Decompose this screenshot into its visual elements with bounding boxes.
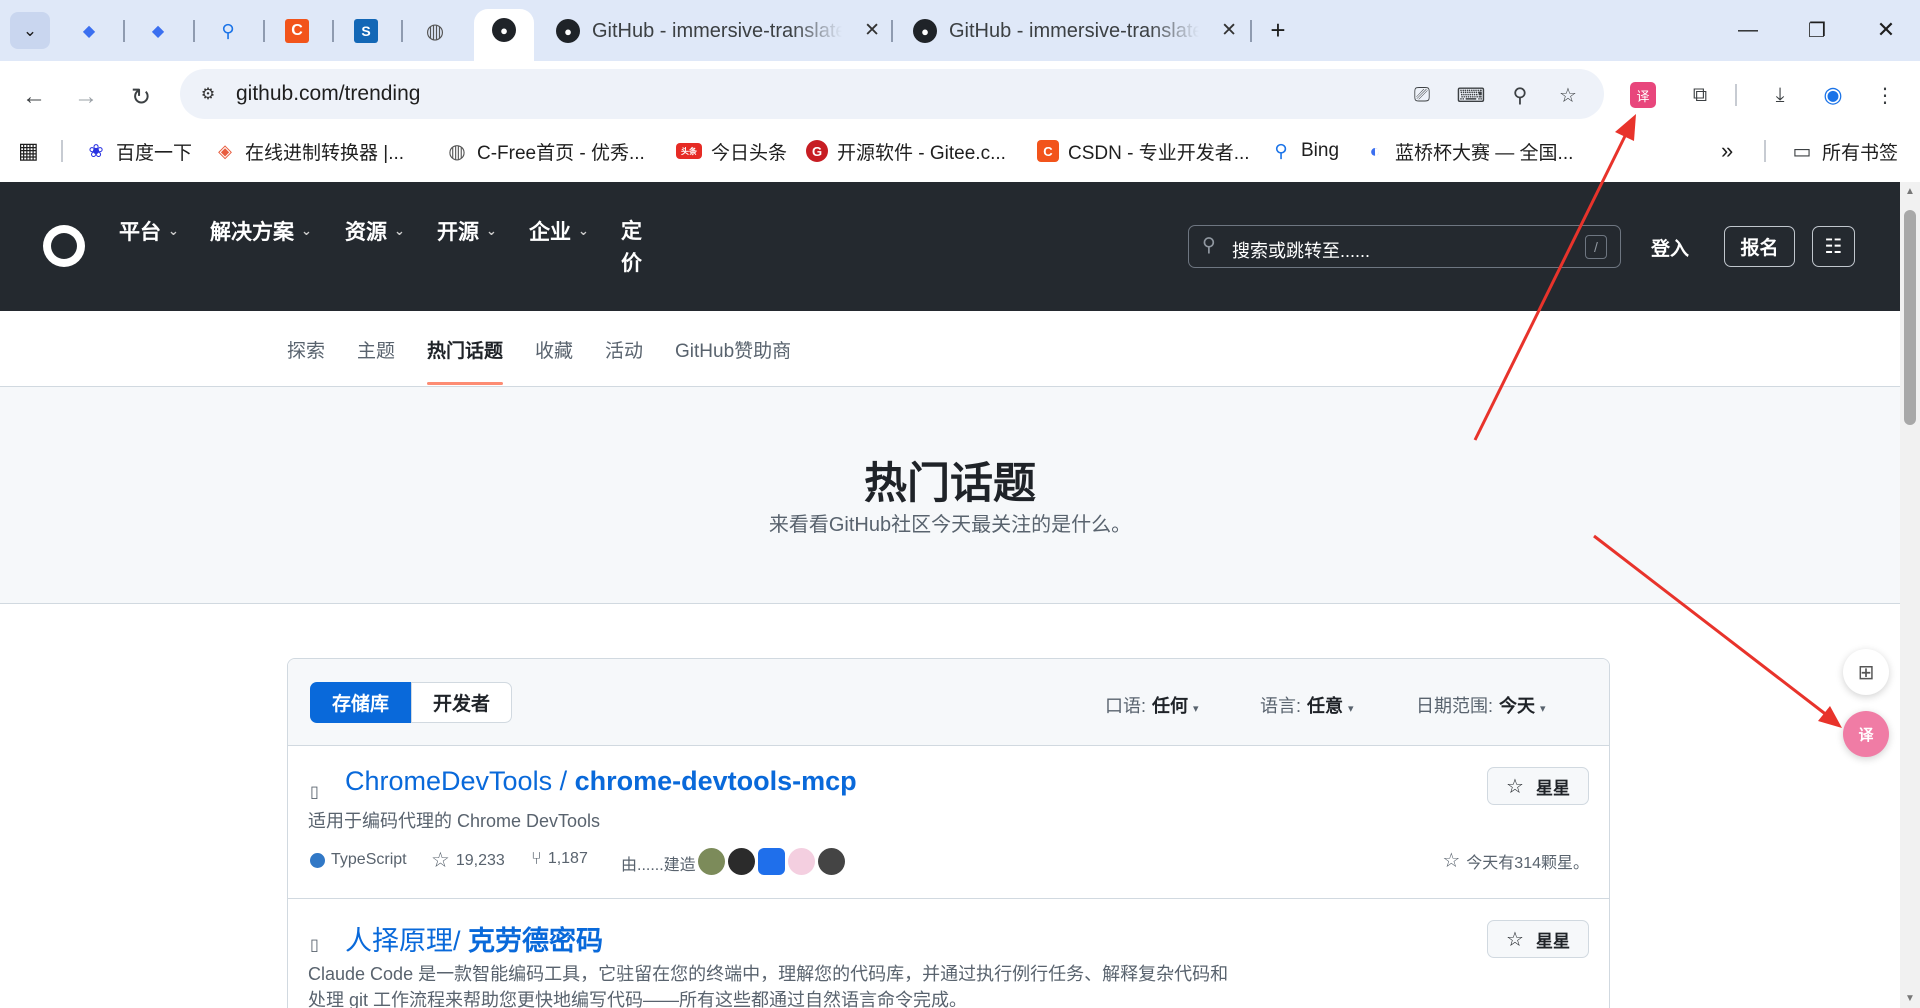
annotation-arrow-line xyxy=(1593,534,1829,718)
annotation-arrows xyxy=(1473,114,1842,728)
annotation-arrowhead xyxy=(1615,114,1636,141)
annotation-arrow-line xyxy=(1473,129,1630,441)
